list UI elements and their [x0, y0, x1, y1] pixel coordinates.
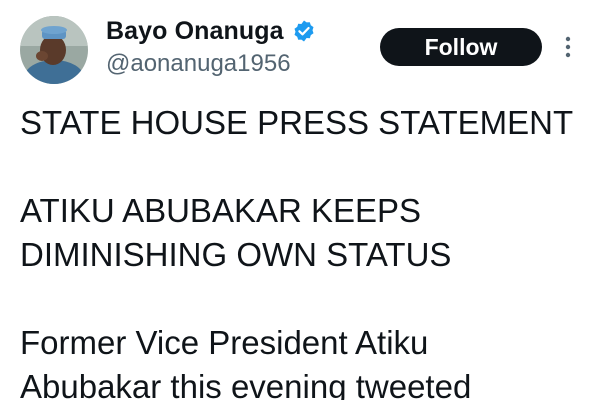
tweet-line: STATE HOUSE PRESS STATEMENT — [20, 104, 574, 141]
avatar-image — [20, 16, 88, 84]
tweet-line: Abubakar this evening tweeted — [20, 368, 472, 400]
more-options-icon[interactable] — [561, 30, 575, 64]
tweet-line: DIMINISHING OWN STATUS — [20, 236, 452, 273]
tweet-line: ATIKU ABUBAKAR KEEPS — [20, 192, 422, 229]
tweet-line-break — [20, 277, 595, 321]
author-handle[interactable]: @aonanuga1956 — [106, 50, 291, 78]
tweet-card: Bayo Onanuga @aonanuga1956 Follow STATE … — [0, 0, 600, 400]
author-name-row: Bayo Onanuga — [106, 14, 316, 48]
tweet-text: STATE HOUSE PRESS STATEMENT ATIKU ABUBAK… — [20, 101, 595, 400]
avatar[interactable] — [20, 16, 88, 84]
tweet-line-break — [20, 145, 595, 189]
tweet-line: Former Vice President Atiku — [20, 324, 429, 361]
display-name[interactable]: Bayo Onanuga — [106, 17, 284, 46]
verified-badge-icon[interactable] — [292, 19, 316, 43]
follow-button[interactable]: Follow — [380, 28, 542, 66]
